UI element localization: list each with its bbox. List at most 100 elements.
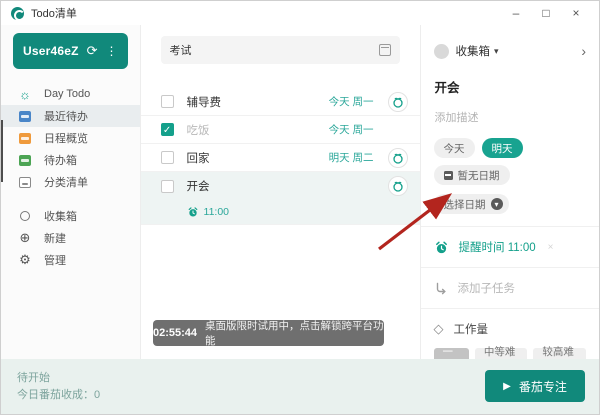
sidebar-item-label: 待办箱 xyxy=(44,152,77,168)
calendar-orange-icon xyxy=(18,133,32,144)
collection-selector[interactable]: 收集箱 ▾ › xyxy=(434,31,586,71)
new-todo-input[interactable] xyxy=(170,44,379,56)
titlebar: Todo清单 – □ × xyxy=(1,1,599,25)
status-text: 待开始 xyxy=(17,370,100,387)
checkbox-unchecked[interactable] xyxy=(161,180,174,193)
checkbox-checked[interactable]: ✓ xyxy=(161,123,174,136)
add-subtask-label: 添加子任务 xyxy=(458,280,516,296)
sidebar-item-label: 管理 xyxy=(44,252,66,268)
alarm-icon xyxy=(434,240,449,255)
trial-countdown: 02:55:44 xyxy=(153,327,197,339)
maximize-button[interactable]: □ xyxy=(531,6,561,20)
pomodoro-focus-button[interactable]: ▶ 番茄专注 xyxy=(485,370,585,402)
date-chips: 今天 明天 暂无日期 xyxy=(434,138,586,185)
sidebar-item-recent-todos[interactable]: 最近待办 xyxy=(1,105,140,127)
caret-down-circle-icon: ▾ xyxy=(491,198,503,210)
sidebar-item-day-todo[interactable]: ☼ Day Todo xyxy=(1,83,140,105)
todo-row-chifan[interactable]: ✓ 吃饭 今天 周一 xyxy=(141,116,420,144)
todo-reminder-subrow: 11:00 xyxy=(141,200,420,224)
todo-label: 辅导费 xyxy=(187,94,329,110)
minimize-button[interactable]: – xyxy=(501,6,531,20)
todo-label: 吃饭 xyxy=(187,122,329,138)
main-content: User46eZ ⟳ ⋮ ☼ Day Todo 最近待办 日程概览 待办箱 xyxy=(1,25,599,361)
user-menu-icon[interactable]: ⋮ xyxy=(106,44,118,58)
checkbox-unchecked[interactable] xyxy=(161,151,174,164)
app-window: Todo清单 – □ × User46eZ ⟳ ⋮ ☼ Day Todo 最近待… xyxy=(0,0,600,415)
circle-icon xyxy=(18,211,32,221)
task-description-placeholder[interactable]: 添加描述 xyxy=(435,109,586,125)
pomodoro-icon[interactable] xyxy=(388,148,408,168)
trial-toast[interactable]: 02:55:44 桌面版限时试用中，点击解锁跨平台功能 xyxy=(153,320,384,346)
sidebar-item-schedule-overview[interactable]: 日程概览 xyxy=(1,127,140,149)
pomodoro-icon[interactable] xyxy=(388,92,408,112)
chip-select-date[interactable]: 选择日期 ▾ xyxy=(434,194,509,214)
todo-row-huijia[interactable]: 回家 明天 周二 xyxy=(141,144,420,172)
todo-date: 明天 周二 xyxy=(329,150,374,165)
todo-list: 辅导费 今天 周一 ✓ 吃饭 今天 周一 回家 明天 周二 xyxy=(141,88,420,225)
harvest-text: 今日番茄收成：0 xyxy=(17,387,100,404)
app-logo-icon xyxy=(11,7,24,20)
sidebar-item-label: 新建 xyxy=(44,230,66,246)
collapse-panel-icon[interactable]: › xyxy=(581,43,586,59)
todo-date: 今天 周一 xyxy=(329,122,374,137)
calendar-blue-icon xyxy=(18,111,32,122)
divider xyxy=(421,267,599,268)
alarm-icon xyxy=(187,206,199,218)
chip-today[interactable]: 今天 xyxy=(434,138,475,158)
subtask-icon xyxy=(434,281,448,295)
reminder-time: 11:00 xyxy=(204,206,230,218)
pomodoro-status: 待开始 今日番茄收成：0 xyxy=(17,370,100,404)
sidebar-item-new[interactable]: ⊕ 新建 xyxy=(1,227,140,249)
reminder-time-label: 提醒时间 11:00 xyxy=(459,239,536,255)
window-title: Todo清单 xyxy=(31,5,77,21)
diamond-icon: ◇ xyxy=(434,321,444,337)
window-controls: – □ × xyxy=(501,6,591,20)
calendar-icon[interactable] xyxy=(379,44,391,56)
sidebar-item-label: 最近待办 xyxy=(44,108,88,124)
sidebar-item-label: 收集箱 xyxy=(44,208,77,224)
sidebar-divider xyxy=(1,193,140,205)
sidebar-item-inbox[interactable]: 收集箱 xyxy=(1,205,140,227)
collection-label: 收集箱 xyxy=(456,43,491,59)
chip-no-date[interactable]: 暂无日期 xyxy=(434,165,510,185)
chip-label: 暂无日期 xyxy=(458,168,500,183)
list-icon xyxy=(18,177,32,188)
sidebar-item-label: 分类清单 xyxy=(44,174,88,190)
add-subtask-row[interactable]: 添加子任务 xyxy=(434,280,586,296)
todo-label: 回家 xyxy=(187,150,329,166)
workload-row: ◇ 工作量 xyxy=(434,321,586,337)
chip-tomorrow[interactable]: 明天 xyxy=(482,138,523,158)
todo-label: 开会 xyxy=(187,178,388,194)
close-button[interactable]: × xyxy=(561,6,591,20)
caret-down-icon[interactable]: ▾ xyxy=(494,46,499,57)
sidebar-item-todo-box[interactable]: 待办箱 xyxy=(1,149,140,171)
sidebar: User46eZ ⟳ ⋮ ☼ Day Todo 最近待办 日程概览 待办箱 xyxy=(1,25,141,361)
user-account-button[interactable]: User46eZ ⟳ ⋮ xyxy=(13,33,128,69)
checkbox-unchecked[interactable] xyxy=(161,95,174,108)
sidebar-item-manage[interactable]: ⚙ 管理 xyxy=(1,249,140,271)
chip-label: 选择日期 xyxy=(444,197,486,212)
divider xyxy=(421,226,599,227)
calendar-small-icon xyxy=(444,171,453,180)
sidebar-scrollbar[interactable] xyxy=(1,120,3,182)
new-todo-input-wrap xyxy=(161,36,400,64)
clear-reminder-icon[interactable]: × xyxy=(548,242,554,253)
reminder-row[interactable]: 提醒时间 11:00 × xyxy=(434,239,586,255)
sync-icon[interactable]: ⟳ xyxy=(87,43,98,59)
gear-icon: ⚙ xyxy=(18,252,32,268)
plus-circle-icon: ⊕ xyxy=(18,230,32,246)
focus-button-label: 番茄专注 xyxy=(519,378,567,395)
todo-row-fudaofei[interactable]: 辅导费 今天 周一 xyxy=(141,88,420,116)
trial-message: 桌面版限时试用中，点击解锁跨平台功能 xyxy=(205,318,384,348)
sidebar-item-category-lists[interactable]: 分类清单 xyxy=(1,171,140,193)
divider xyxy=(421,308,599,309)
pomodoro-icon[interactable] xyxy=(388,176,408,196)
username: User46eZ xyxy=(23,44,87,58)
sidebar-item-label: 日程概览 xyxy=(44,130,88,146)
task-title[interactable]: 开会 xyxy=(435,77,586,96)
task-detail-panel: 收集箱 ▾ › 开会 添加描述 今天 明天 暂无日期 选择日期 ▾ xyxy=(420,25,599,361)
todo-row-kaihui-selected[interactable]: 开会 11:00 xyxy=(141,172,420,225)
sidebar-item-label: Day Todo xyxy=(44,88,90,100)
workload-label: 工作量 xyxy=(454,321,489,337)
bottom-bar: 待开始 今日番茄收成：0 ▶ 番茄专注 xyxy=(1,359,600,414)
